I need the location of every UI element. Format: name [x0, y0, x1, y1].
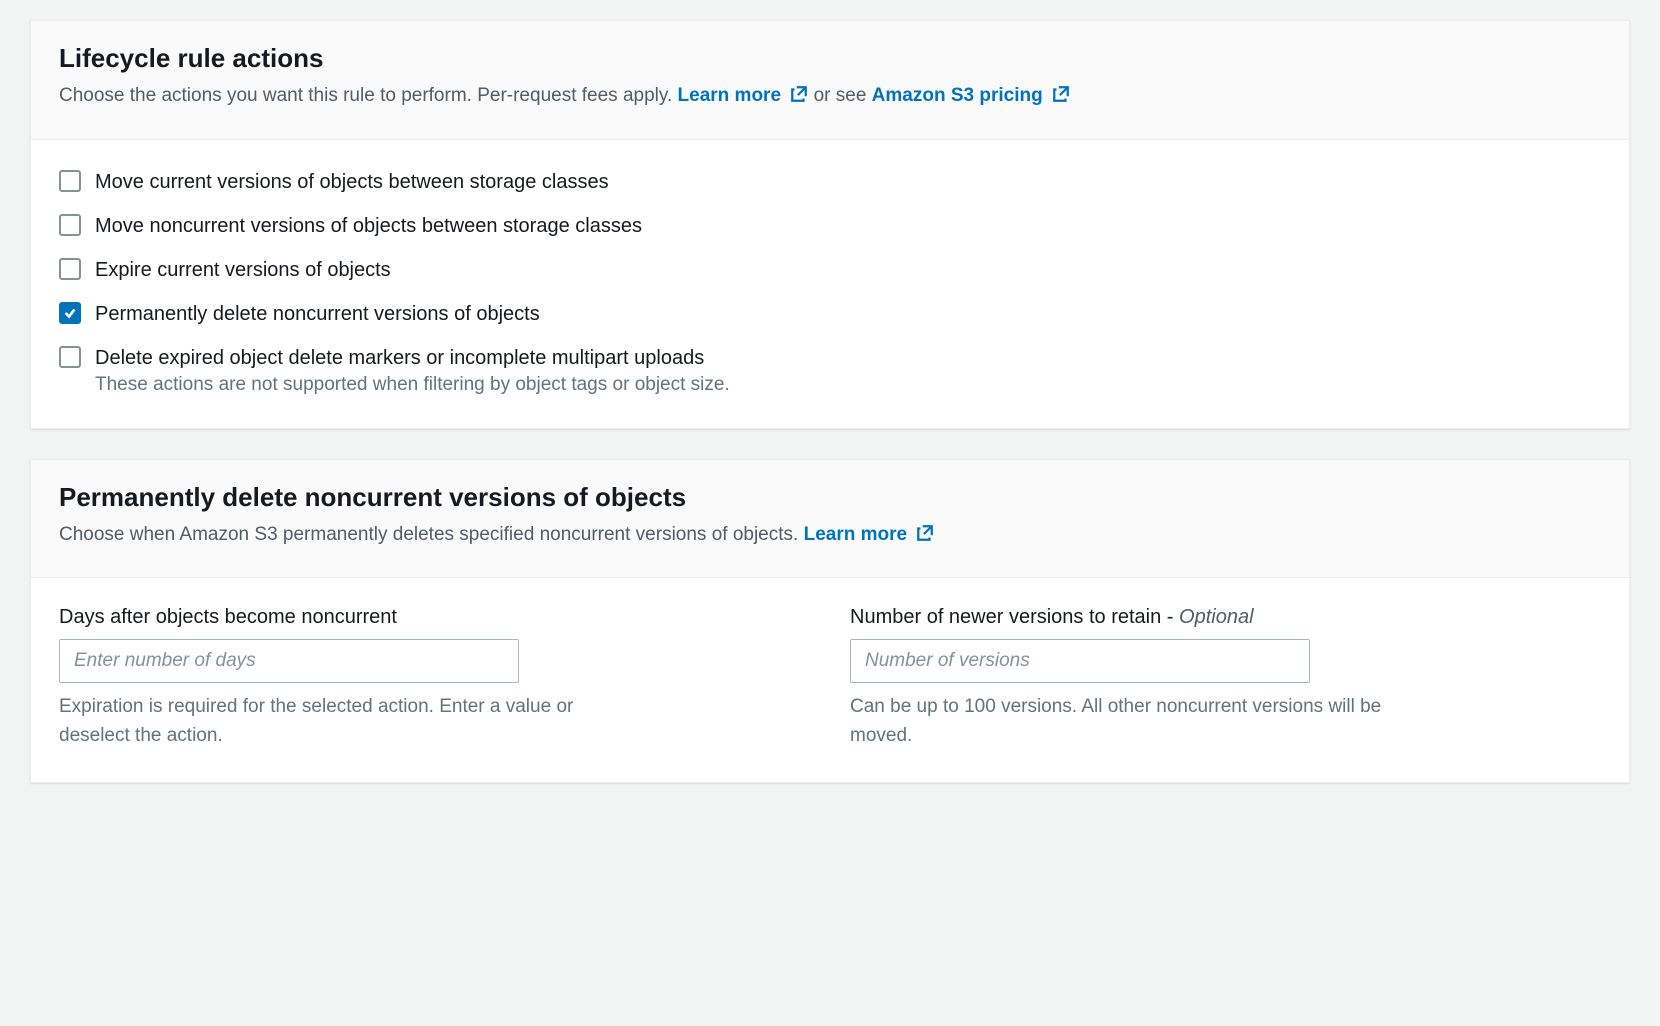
days-input[interactable] — [59, 639, 519, 683]
checkbox-label: Move current versions of objects between… — [95, 168, 609, 196]
versions-help: Can be up to 100 versions. All other non… — [850, 693, 1430, 750]
checkbox-row-expire-current: Expire current versions of objects — [59, 256, 1601, 284]
panel-body: Move current versions of objects between… — [31, 140, 1629, 428]
pricing-link[interactable]: Amazon S3 pricing — [872, 85, 1070, 106]
panel-header: Lifecycle rule actions Choose the action… — [31, 21, 1629, 140]
learn-more-text: Learn more — [678, 85, 781, 106]
learn-more-text: Learn more — [804, 524, 907, 545]
panel-body: Days after objects become noncurrent Exp… — [31, 578, 1629, 782]
delete-noncurrent-panel: Permanently delete noncurrent versions o… — [30, 459, 1630, 784]
panel-title: Permanently delete noncurrent versions o… — [59, 482, 1601, 513]
versions-field: Number of newer versions to retain - Opt… — [850, 606, 1601, 750]
checkbox-label: Permanently delete noncurrent versions o… — [95, 300, 540, 328]
subtitle-text: Choose the actions you want this rule to… — [59, 85, 678, 106]
external-link-icon — [1052, 84, 1070, 113]
external-link-icon — [790, 84, 808, 113]
versions-label-pre: Number of newer versions to retain - — [850, 606, 1179, 628]
versions-label-optional: Optional — [1179, 606, 1254, 628]
checkbox-sublabel: These actions are not supported when fil… — [95, 374, 730, 396]
pricing-link-text: Amazon S3 pricing — [872, 85, 1043, 106]
panel-header: Permanently delete noncurrent versions o… — [31, 460, 1629, 579]
checkbox-row-delete-markers: Delete expired object delete markers or … — [59, 344, 1601, 396]
learn-more-link[interactable]: Learn more — [678, 85, 814, 106]
checkbox-delete-markers[interactable] — [59, 346, 81, 368]
versions-input[interactable] — [850, 639, 1310, 683]
form-grid: Days after objects become noncurrent Exp… — [59, 606, 1601, 750]
checkbox-move-noncurrent[interactable] — [59, 214, 81, 236]
checkbox-row-move-noncurrent: Move noncurrent versions of objects betw… — [59, 212, 1601, 240]
versions-label: Number of newer versions to retain - Opt… — [850, 606, 1601, 629]
checkbox-move-current[interactable] — [59, 170, 81, 192]
checkbox-row-move-current: Move current versions of objects between… — [59, 168, 1601, 196]
checkbox-delete-noncurrent[interactable] — [59, 302, 81, 324]
panel-subtitle: Choose when Amazon S3 permanently delete… — [59, 521, 1601, 552]
panel-title: Lifecycle rule actions — [59, 43, 1601, 74]
checkmark-icon — [63, 306, 77, 320]
or-see-text: or see — [814, 85, 872, 106]
days-help: Expiration is required for the selected … — [59, 693, 639, 750]
days-label: Days after objects become noncurrent — [59, 606, 810, 629]
panel-subtitle: Choose the actions you want this rule to… — [59, 82, 1601, 113]
learn-more-link[interactable]: Learn more — [804, 524, 935, 545]
lifecycle-rule-actions-panel: Lifecycle rule actions Choose the action… — [30, 20, 1630, 429]
days-field: Days after objects become noncurrent Exp… — [59, 606, 810, 750]
checkbox-label: Move noncurrent versions of objects betw… — [95, 212, 642, 240]
external-link-icon — [916, 523, 934, 552]
subtitle-text: Choose when Amazon S3 permanently delete… — [59, 524, 804, 545]
checkbox-row-delete-noncurrent: Permanently delete noncurrent versions o… — [59, 300, 1601, 328]
checkbox-label: Delete expired object delete markers or … — [95, 344, 730, 372]
checkbox-label: Expire current versions of objects — [95, 256, 391, 284]
checkbox-expire-current[interactable] — [59, 258, 81, 280]
